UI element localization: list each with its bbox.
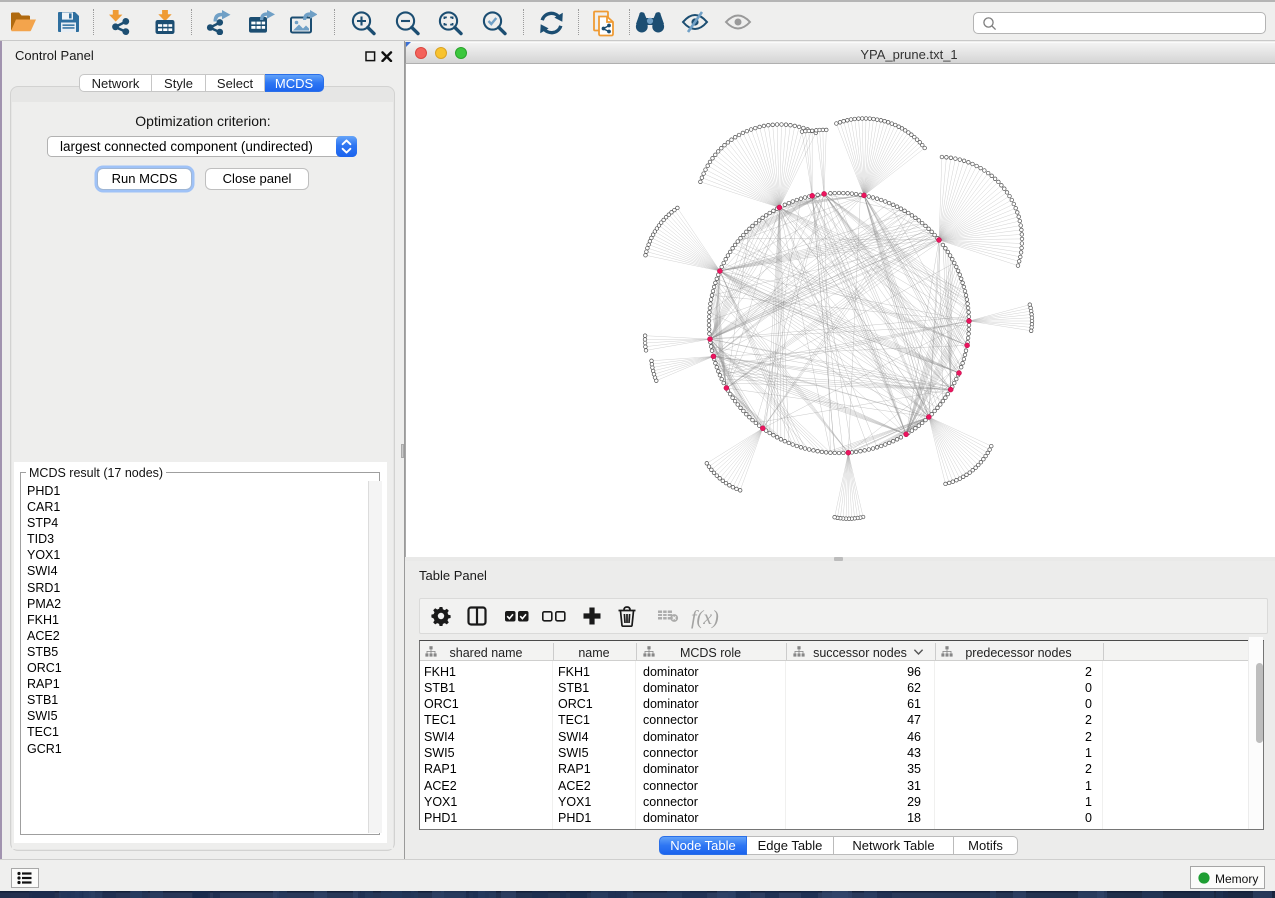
svg-text:f(x): f(x) — [691, 607, 719, 629]
